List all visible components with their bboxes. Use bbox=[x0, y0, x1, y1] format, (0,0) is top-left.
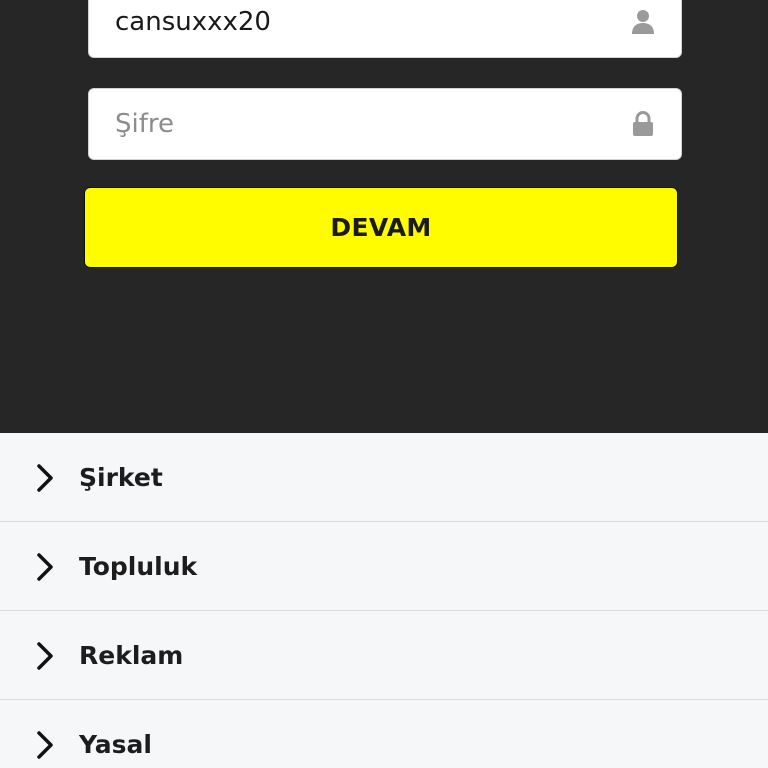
chevron-right-icon bbox=[35, 463, 55, 493]
chevron-right-icon bbox=[35, 641, 55, 671]
menu-item-label: Yasal bbox=[79, 729, 152, 759]
menu-item-label: Şirket bbox=[79, 462, 163, 492]
username-input[interactable] bbox=[115, 0, 615, 57]
footer-menu: Şirket Topluluk Reklam Yasal bbox=[0, 433, 768, 768]
user-icon bbox=[631, 9, 655, 35]
menu-item-community[interactable]: Topluluk bbox=[0, 522, 768, 611]
chevron-right-icon bbox=[35, 552, 55, 582]
login-page: DEVAM Şirket Topluluk bbox=[0, 0, 768, 768]
password-field[interactable] bbox=[88, 88, 682, 160]
username-field[interactable] bbox=[88, 0, 682, 58]
password-input[interactable] bbox=[115, 89, 615, 159]
chevron-right-icon bbox=[35, 730, 55, 760]
menu-item-advertising[interactable]: Reklam bbox=[0, 611, 768, 700]
login-panel: DEVAM bbox=[0, 0, 768, 433]
lock-icon bbox=[631, 111, 655, 137]
menu-item-legal[interactable]: Yasal bbox=[0, 700, 768, 768]
menu-item-company[interactable]: Şirket bbox=[0, 433, 768, 522]
menu-item-label: Topluluk bbox=[79, 551, 198, 581]
continue-button[interactable]: DEVAM bbox=[84, 187, 678, 268]
menu-item-label: Reklam bbox=[79, 640, 184, 670]
